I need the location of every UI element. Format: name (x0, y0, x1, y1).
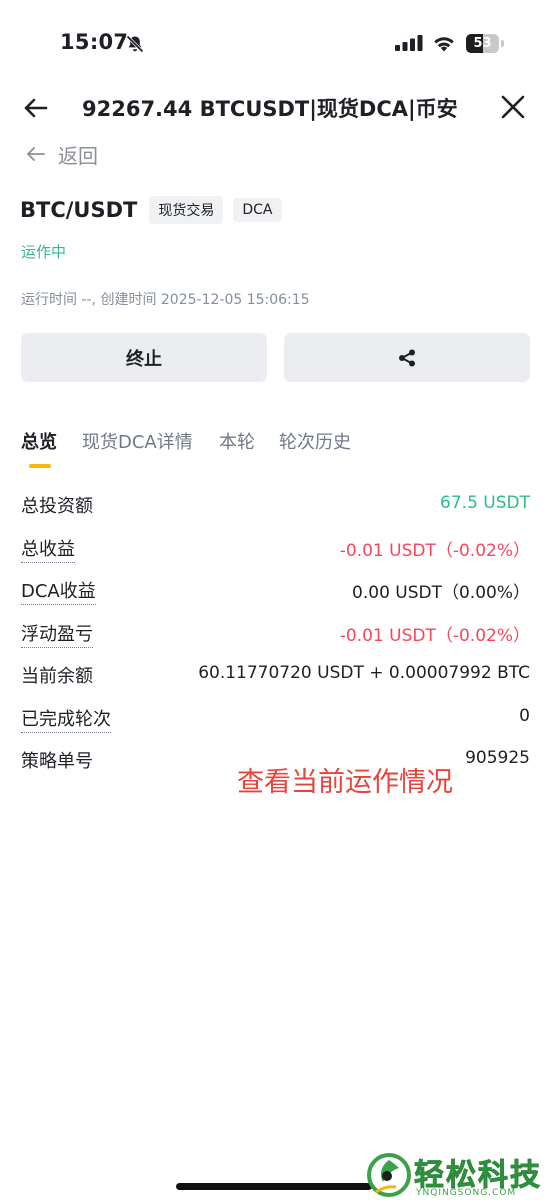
overview-row-total-investment: 总投资额 67.5 USDT (21, 482, 530, 525)
row-value: -0.01 USDT（-0.02%） (339, 540, 530, 561)
row-value: 0 (519, 705, 530, 726)
return-label: 返回 (58, 143, 98, 168)
watermark: 轻松科技 YNQINGSONG.COM (366, 1150, 551, 1200)
arrow-left-icon (27, 147, 45, 161)
battery-percent: 53 (473, 36, 492, 51)
overview-list: 总投资额 67.5 USDT 总收益 -0.01 USDT（-0.02%） DC… (21, 482, 530, 780)
wifi-icon (434, 37, 454, 52)
status-badge: 运作中 (21, 243, 67, 261)
row-label: 策略单号 (21, 751, 93, 772)
row-value: 0.00 USDT（0.00%） (352, 583, 530, 603)
status-bar: 15:07 53 (0, 0, 551, 80)
home-indicator[interactable] (176, 1183, 372, 1190)
row-label[interactable]: 浮动盈亏 (21, 620, 93, 648)
arrow-left-icon[interactable] (22, 94, 50, 122)
row-value: -0.01 USDT（-0.02%） (339, 625, 530, 646)
row-value: 60.11770720 USDT + 0.00007992 BTC (198, 663, 530, 683)
tab-dca-details[interactable]: 现货DCA详情 (82, 428, 193, 454)
overview-row-current-balance: 当前余额 60.11770720 USDT + 0.00007992 BTC (21, 652, 530, 695)
tab-round-history[interactable]: 轮次历史 (279, 428, 351, 454)
tab-current-round[interactable]: 本轮 (219, 428, 255, 454)
tag-dca: DCA (233, 198, 282, 222)
battery-icon: 53 (466, 34, 504, 53)
overview-row-floating-pnl: 浮动盈亏 -0.01 USDT（-0.02%） (21, 610, 530, 653)
annotation-text: 查看当前运作情况 (237, 767, 453, 798)
watermark-sub: YNQINGSONG.COM (416, 1188, 517, 1198)
leaf-logo-icon (367, 1153, 411, 1197)
row-label[interactable]: DCA收益 (21, 577, 96, 605)
close-icon[interactable] (500, 94, 526, 120)
pair-name: BTC/USDT (20, 198, 138, 222)
overview-row-dca-profit: DCA收益 0.00 USDT（0.00%） (21, 567, 530, 610)
stop-button[interactable]: 终止 (21, 333, 267, 382)
row-value: 905925 (465, 748, 530, 768)
strategy-meta: 运行时间 --, 创建时间 2025-12-05 15:06:15 (21, 292, 310, 308)
page-header: 92267.44 BTCUSDT|现货DCA|币安 (0, 80, 551, 136)
signal-icon (395, 35, 423, 51)
status-time: 15:07 (60, 30, 129, 54)
bell-slash-icon (126, 35, 144, 53)
row-label: 总投资额 (21, 496, 93, 517)
share-icon (399, 349, 415, 366)
share-button[interactable] (284, 333, 530, 382)
row-label[interactable]: 总收益 (21, 535, 75, 563)
return-link[interactable]: 返回 (26, 140, 98, 168)
tab-overview[interactable]: 总览 (21, 428, 57, 454)
overview-row-total-profit: 总收益 -0.01 USDT（-0.02%） (21, 525, 530, 568)
row-label: 当前余额 (21, 666, 93, 687)
strategy-header: BTC/USDT 现货交易 DCA (20, 196, 292, 224)
overview-row-completed-rounds: 已完成轮次 0 (21, 695, 530, 738)
tab-indicator (29, 464, 51, 468)
row-value: 67.5 USDT (440, 493, 530, 513)
page-title: 92267.44 BTCUSDT|现货DCA|币安 (82, 97, 458, 121)
tag-spot-trading: 现货交易 (149, 196, 224, 224)
row-label[interactable]: 已完成轮次 (21, 705, 111, 733)
